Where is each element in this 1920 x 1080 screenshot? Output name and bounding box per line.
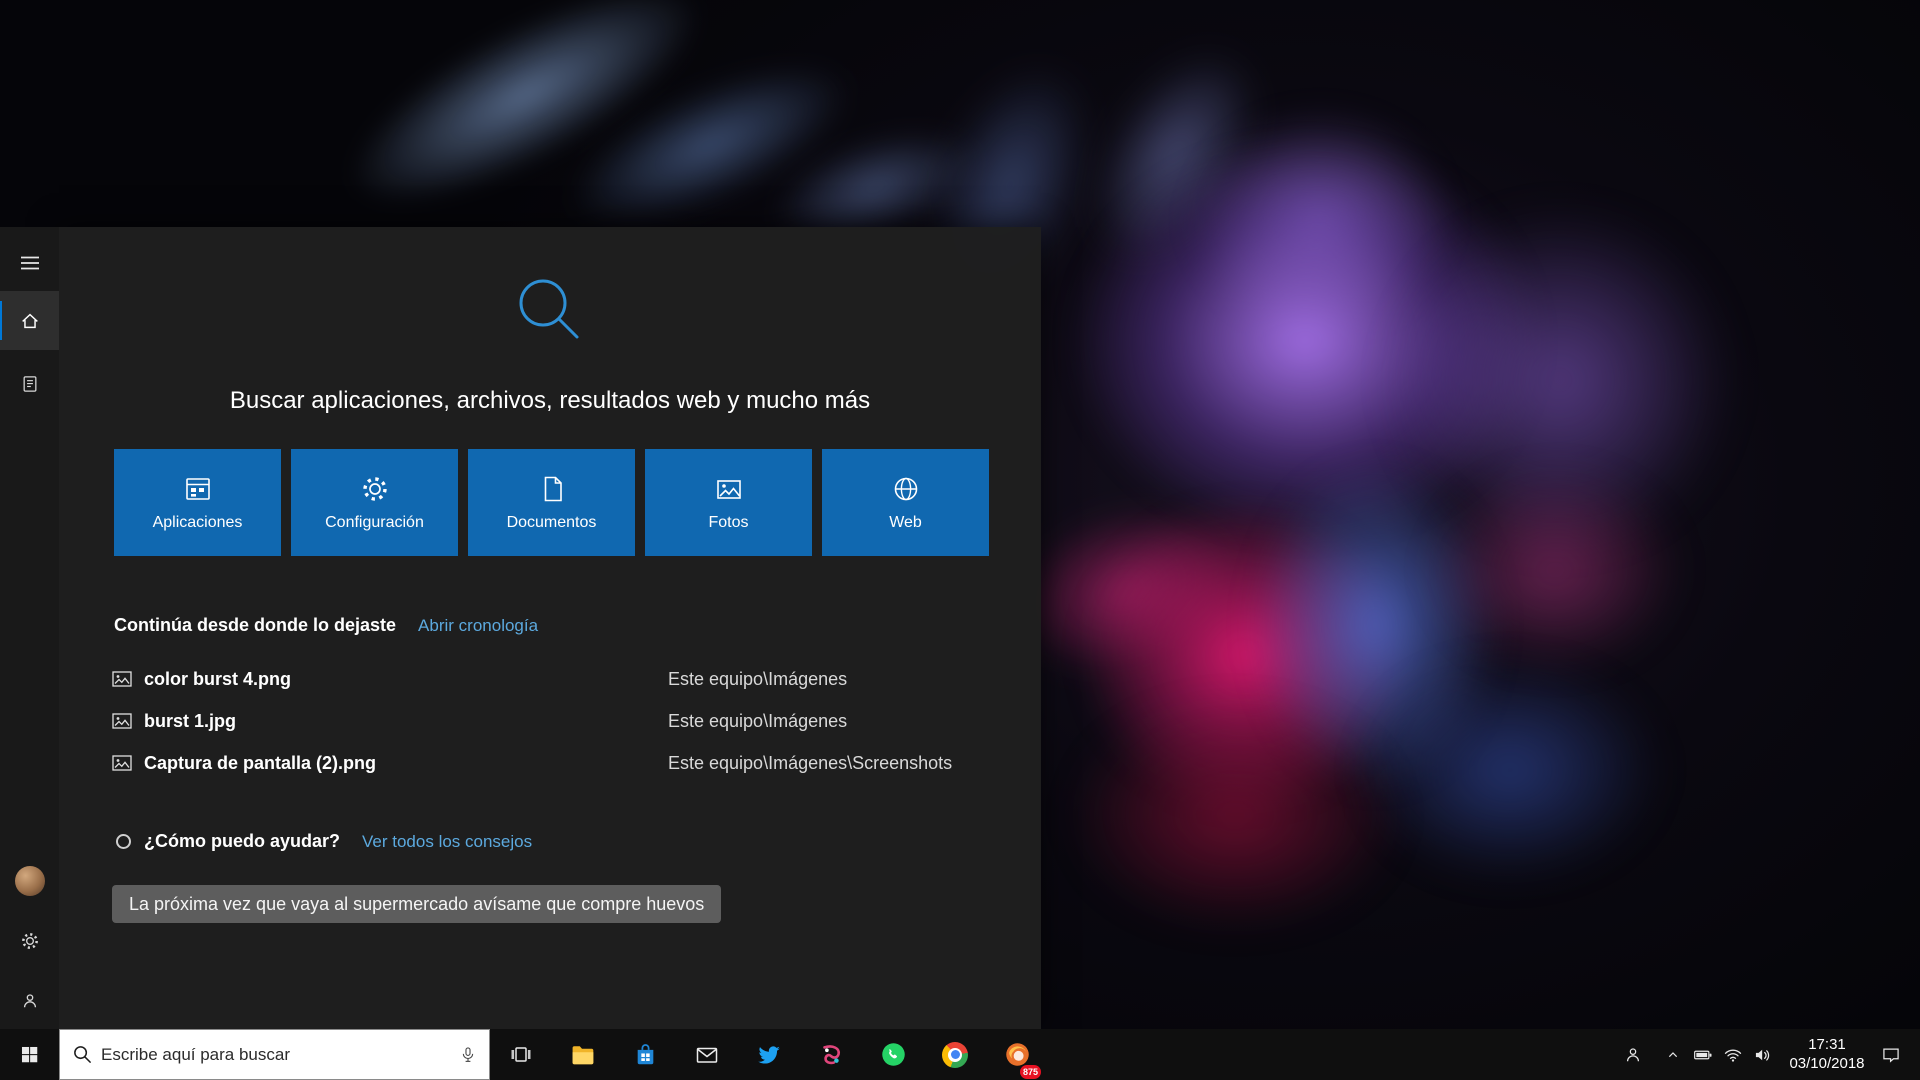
whatsapp-app-button[interactable] <box>862 1029 924 1080</box>
cortana-ring-icon <box>116 834 131 849</box>
taskbar: 875 <box>0 1029 1920 1080</box>
gear-icon <box>21 933 38 949</box>
person-icon <box>23 994 36 1008</box>
see-all-tips-link[interactable]: Ver todos los consejos <box>362 832 532 852</box>
sidebar-user-avatar[interactable] <box>0 857 59 905</box>
sidebar-settings-button[interactable] <box>0 917 59 965</box>
tile-configuracion[interactable]: Configuración <box>291 449 458 556</box>
start-button[interactable] <box>0 1029 59 1080</box>
notification-badge: 875 <box>1020 1065 1042 1079</box>
wifi-icon <box>1724 1049 1742 1062</box>
task-view-button[interactable] <box>490 1029 552 1080</box>
sidebar-item-notebook[interactable] <box>0 354 59 413</box>
file-name: Captura de pantalla (2).png <box>144 752 377 773</box>
recent-file-row[interactable]: Captura de pantalla (2).png Este equipo\… <box>112 742 987 784</box>
mail-app-button[interactable] <box>676 1029 738 1080</box>
action-center-button[interactable] <box>1876 1029 1906 1080</box>
system-tray: 17:31 03/10/2018 <box>1618 1029 1920 1080</box>
paint-3d-icon <box>823 1044 840 1064</box>
sidebar-feedback-button[interactable] <box>0 977 59 1025</box>
gear-icon <box>362 476 387 501</box>
speaker-icon <box>1755 1049 1770 1061</box>
document-icon <box>544 476 562 501</box>
file-location: Este equipo\Imágenes <box>668 710 848 731</box>
taskbar-clock[interactable]: 17:31 03/10/2018 <box>1784 1036 1870 1074</box>
tile-label: Fotos <box>708 513 749 531</box>
continue-title: Continúa desde donde lo dejaste <box>114 615 397 635</box>
taskbar-search-input[interactable] <box>101 1030 447 1079</box>
action-center-icon <box>1883 1048 1899 1063</box>
open-timeline-link[interactable]: Abrir cronología <box>418 616 538 636</box>
battery-tray-button[interactable] <box>1688 1029 1718 1080</box>
wallpaper-darkred-cloud <box>1070 700 1400 930</box>
whatsapp-icon <box>881 1043 905 1066</box>
wallpaper-blue-cloud <box>1360 660 1660 880</box>
taskbar-search-box[interactable] <box>59 1029 490 1080</box>
image-file-icon <box>112 671 132 687</box>
tile-label: Configuración <box>325 513 424 531</box>
recent-file-row[interactable]: burst 1.jpg Este equipo\Imágenes <box>112 700 987 742</box>
microsoft-store-icon <box>637 1044 653 1065</box>
cortana-suggestion-chip[interactable]: La próxima vez que vaya al supermercado … <box>112 885 722 923</box>
image-file-icon <box>112 755 132 771</box>
apps-icon <box>185 477 210 500</box>
tile-label: Aplicaciones <box>152 513 243 531</box>
search-icon <box>60 1044 101 1065</box>
search-glyph-icon <box>519 279 579 339</box>
tile-label: Web <box>889 513 922 531</box>
cortana-help-header: ¿Cómo puedo ayudar? Ver todos los consej… <box>116 831 532 852</box>
file-explorer-button[interactable] <box>552 1029 614 1080</box>
globe-icon <box>894 477 917 500</box>
battery-icon <box>1694 1050 1712 1059</box>
search-flyout-panel: Buscar aplicaciones, archivos, resultado… <box>59 227 1041 1029</box>
file-name: color burst 4.png <box>144 668 292 689</box>
file-location: Este equipo\Imágenes <box>668 668 848 689</box>
tile-web[interactable]: Web <box>822 449 989 556</box>
task-view-icon <box>511 1046 531 1062</box>
show-hidden-icons-button[interactable] <box>1658 1029 1688 1080</box>
people-icon <box>1626 1047 1640 1061</box>
recent-files-list: color burst 4.png Este equipo\Imágenes b… <box>112 658 987 784</box>
mail-icon <box>696 1047 718 1063</box>
sidebar-item-home[interactable] <box>0 291 59 350</box>
file-name: burst 1.jpg <box>144 710 237 731</box>
clock-time: 17:31 <box>1808 1035 1846 1053</box>
network-tray-button[interactable] <box>1718 1029 1748 1080</box>
photos-icon <box>716 479 741 499</box>
browser-orange-app-button[interactable]: 875 <box>986 1029 1048 1080</box>
chrome-app-button[interactable] <box>924 1029 986 1080</box>
paint-3d-app-button[interactable] <box>800 1029 862 1080</box>
image-file-icon <box>112 713 132 729</box>
notebook-icon <box>23 375 36 392</box>
search-filter-tiles: Aplicaciones Configuración Documentos Fo… <box>114 449 989 556</box>
recent-file-row[interactable]: color burst 4.png Este equipo\Imágenes <box>112 658 987 700</box>
tile-documentos[interactable]: Documentos <box>468 449 635 556</box>
tile-aplicaciones[interactable]: Aplicaciones <box>114 449 281 556</box>
wallpaper-pink-cloud <box>1430 470 1680 670</box>
windows-logo-icon <box>21 1046 38 1063</box>
taskbar-apps: 875 <box>490 1029 1048 1080</box>
chrome-icon <box>942 1041 968 1068</box>
volume-tray-button[interactable] <box>1748 1029 1778 1080</box>
home-icon <box>21 313 38 328</box>
people-tray-button[interactable] <box>1618 1029 1648 1080</box>
file-explorer-icon <box>572 1045 593 1064</box>
clock-date: 03/10/2018 <box>1789 1054 1865 1072</box>
hamburger-icon <box>20 256 39 270</box>
search-sidebar <box>0 227 59 1029</box>
help-title: ¿Cómo puedo ayudar? <box>144 831 341 851</box>
twitter-app-button[interactable] <box>738 1029 800 1080</box>
browser-orange-icon <box>1005 1043 1029 1066</box>
twitter-icon <box>758 1045 780 1064</box>
hamburger-menu-button[interactable] <box>0 239 59 287</box>
search-panel-heading: Buscar aplicaciones, archivos, resultado… <box>229 387 871 414</box>
avatar <box>14 866 45 896</box>
tile-label: Documentos <box>506 513 597 531</box>
tile-fotos[interactable]: Fotos <box>645 449 812 556</box>
microsoft-store-button[interactable] <box>614 1029 676 1080</box>
continue-section-header: Continúa desde donde lo dejaste Abrir cr… <box>114 615 538 636</box>
file-location: Este equipo\Imágenes\Screenshots <box>668 752 953 773</box>
microphone-icon[interactable] <box>447 1045 489 1065</box>
chevron-up-icon <box>1668 1051 1678 1057</box>
